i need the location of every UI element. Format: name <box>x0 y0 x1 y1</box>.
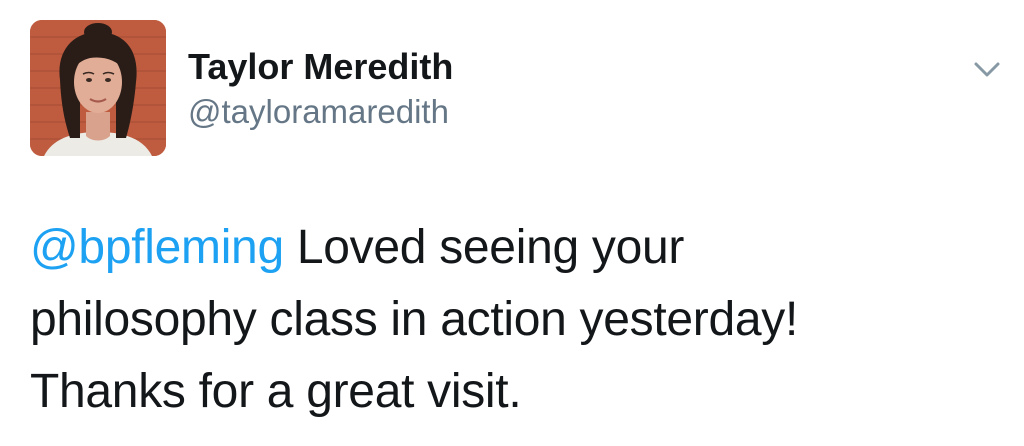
author-display-name[interactable]: Taylor Meredith <box>188 46 453 88</box>
avatar-photo <box>30 20 166 156</box>
author-handle[interactable]: @tayloramaredith <box>188 92 453 132</box>
tweet-text-fragment: Loved seeing your <box>283 221 685 274</box>
avatar[interactable] <box>30 20 166 156</box>
tweet-card: Taylor Meredith @tayloramaredith @bpflem… <box>0 0 1024 446</box>
tweet-text-line-3: Thanks for a great visit. <box>30 365 522 418</box>
tweet-options-button[interactable] <box>970 52 1004 86</box>
tweet-header: Taylor Meredith @tayloramaredith <box>30 20 1000 160</box>
tweet-text-line-1: @bpfleming Loved seeing your <box>30 212 990 284</box>
mention-link[interactable]: @bpfleming <box>30 221 284 274</box>
author-names: Taylor Meredith @tayloramaredith <box>188 46 453 132</box>
tweet-text-line-2: philosophy class in action yesterday! <box>30 293 798 346</box>
tweet-text: @bpfleming Loved seeing your philosophy … <box>30 212 990 428</box>
chevron-down-icon <box>974 62 1000 77</box>
